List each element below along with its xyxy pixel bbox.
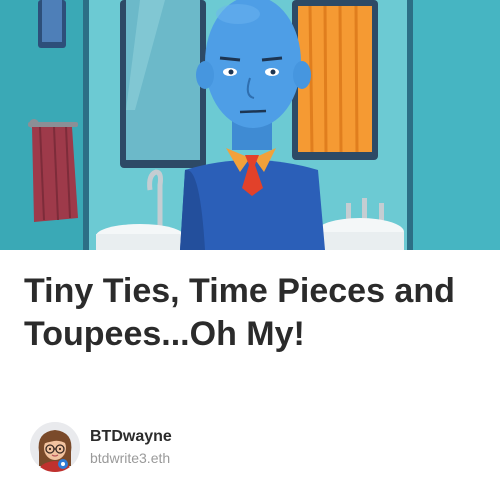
avatar-portrait: [30, 422, 80, 472]
post-title[interactable]: Tiny Ties, Time Pieces and Toupees...Oh …: [24, 270, 476, 356]
author-handle: btdwrite3.eth: [90, 450, 171, 466]
post-card[interactable]: Tiny Ties, Time Pieces and Toupees...Oh …: [0, 0, 500, 500]
hero-image[interactable]: [0, 0, 500, 250]
hero-illustration: [0, 0, 500, 250]
author-name[interactable]: BTDwayne: [90, 427, 172, 447]
author-byline[interactable]: BTDwayne btdwrite3.eth: [30, 421, 172, 473]
avatar[interactable]: [30, 422, 80, 472]
